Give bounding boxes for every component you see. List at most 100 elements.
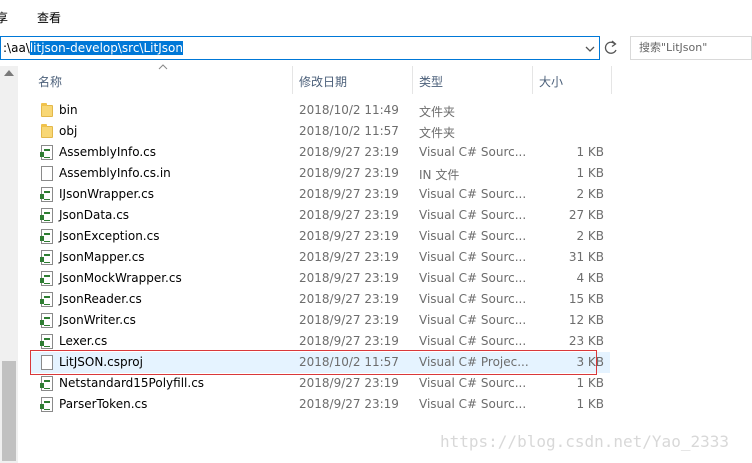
file-name: JsonMapper.cs bbox=[59, 250, 145, 264]
cs-file-icon bbox=[40, 250, 53, 265]
file-size: 12 KB bbox=[568, 313, 604, 327]
column-header-type[interactable]: 类型 bbox=[413, 66, 532, 94]
file-name: AssemblyInfo.cs bbox=[59, 145, 157, 159]
file-row[interactable]: JsonException.cs 2018/9/27 23:19 Visual C#… bbox=[30, 226, 610, 247]
file-type: Visual C# Sourc... bbox=[419, 187, 527, 201]
file-size: 1 KB bbox=[576, 376, 604, 390]
cs-file-icon bbox=[40, 397, 53, 412]
file-type: 文件夹 bbox=[419, 126, 456, 140]
file-size: 2 KB bbox=[576, 187, 604, 201]
file-row[interactable]: JsonReader.cs 2018/9/27 23:19 Visual C# So… bbox=[30, 289, 610, 310]
file-row[interactable]: AssemblyInfo.cs.in 2018/9/27 23:19 IN 文件 1 … bbox=[30, 163, 610, 184]
file-row[interactable]: bin 2018/10/2 11:49 文件夹 bbox=[30, 100, 610, 121]
column-header-date[interactable]: 修改日期 bbox=[293, 66, 412, 94]
file-name: JsonWriter.cs bbox=[59, 313, 136, 327]
tab-view[interactable]: 查看 bbox=[37, 9, 61, 26]
file-size: 1 KB bbox=[576, 397, 604, 411]
file-type: Visual C# Sourc... bbox=[419, 334, 527, 348]
cs-file-icon bbox=[40, 313, 53, 328]
file-size: 27 KB bbox=[568, 208, 604, 222]
address-prefix: :\aa\ bbox=[3, 41, 30, 55]
column-header-size[interactable]: 大小 bbox=[533, 66, 611, 94]
cs-file-icon bbox=[40, 271, 53, 286]
cs-file-icon bbox=[40, 292, 53, 307]
watermark: https://blog.csdn.net/Yao_2333 bbox=[440, 432, 729, 451]
file-row[interactable]: JsonData.cs 2018/9/27 23:19 Visual C# Sour… bbox=[30, 205, 610, 226]
search-box[interactable] bbox=[630, 36, 752, 60]
scroll-up-icon[interactable] bbox=[4, 70, 14, 76]
cs-file-icon bbox=[40, 229, 53, 244]
file-row[interactable]: JsonMapper.cs 2018/9/27 23:19 Visual C# So… bbox=[30, 247, 610, 268]
file-date: 2018/10/2 11:57 bbox=[299, 124, 399, 138]
file-type: Visual C# Sourc... bbox=[419, 250, 527, 264]
file-size: 1 KB bbox=[576, 145, 604, 159]
file-row[interactable]: AssemblyInfo.cs 2018/9/27 23:19 Visual C# … bbox=[30, 142, 610, 163]
file-date: 2018/9/27 23:19 bbox=[299, 166, 399, 180]
file-type: Visual C# Sourc... bbox=[419, 229, 527, 243]
column-header-name-label: 名称 bbox=[38, 75, 63, 89]
column-header-name[interactable]: 名称 bbox=[30, 66, 292, 94]
file-size: 23 KB bbox=[568, 334, 604, 348]
folder-icon bbox=[41, 124, 53, 138]
file-date: 2018/9/27 23:19 bbox=[299, 397, 399, 411]
refresh-icon[interactable] bbox=[602, 38, 620, 58]
column-header-type-label: 类型 bbox=[419, 75, 444, 89]
file-name: bin bbox=[59, 103, 78, 117]
address-selected-path: litjson-develop\src\LitJson bbox=[29, 41, 183, 55]
file-type: Visual C# Sourc... bbox=[419, 271, 527, 285]
file-date: 2018/9/27 23:19 bbox=[299, 229, 399, 243]
search-input[interactable] bbox=[639, 41, 749, 54]
file-date: 2018/9/27 23:19 bbox=[299, 292, 399, 306]
file-size: 15 KB bbox=[568, 292, 604, 306]
chevron-down-icon[interactable] bbox=[583, 42, 597, 56]
file-type: Visual C# Sourc... bbox=[419, 313, 527, 327]
file-type: IN 文件 bbox=[419, 168, 460, 182]
file-size: 2 KB bbox=[576, 229, 604, 243]
file-date: 2018/9/27 23:19 bbox=[299, 376, 399, 390]
navigation-pane bbox=[0, 66, 18, 463]
file-row[interactable]: ParserToken.cs 2018/9/27 23:19 Visual C# S… bbox=[30, 394, 610, 415]
file-row[interactable]: obj 2018/10/2 11:57 文件夹 bbox=[30, 121, 610, 142]
file-name: Netstandard15Polyfill.cs bbox=[59, 376, 205, 390]
file-size: 1 KB bbox=[576, 166, 604, 180]
file-date: 2018/10/2 11:49 bbox=[299, 103, 399, 117]
cs-file-icon bbox=[40, 187, 53, 202]
file-name: AssemblyInfo.cs.in bbox=[59, 166, 171, 180]
cs-file-icon bbox=[40, 145, 53, 160]
file-name: JsonException.cs bbox=[59, 229, 160, 243]
address-bar[interactable]: :\aa\litjson-develop\src\LitJson bbox=[0, 36, 600, 60]
file-name: obj bbox=[59, 124, 78, 138]
address-text[interactable]: :\aa\litjson-develop\src\LitJson bbox=[3, 41, 183, 55]
column-header-size-label: 大小 bbox=[539, 75, 564, 89]
file-icon bbox=[41, 166, 53, 181]
file-row[interactable]: Netstandard15Polyfill.cs 2018/9/27 23:19 V… bbox=[30, 373, 610, 394]
file-date: 2018/9/27 23:19 bbox=[299, 334, 399, 348]
file-date: 2018/9/27 23:19 bbox=[299, 187, 399, 201]
cs-file-icon bbox=[40, 208, 53, 223]
column-divider[interactable] bbox=[611, 66, 612, 94]
folder-icon bbox=[41, 103, 53, 117]
file-name: IJsonWrapper.cs bbox=[59, 187, 155, 201]
scrollbar-thumb[interactable] bbox=[2, 361, 16, 461]
file-date: 2018/9/27 23:19 bbox=[299, 145, 399, 159]
file-row[interactable]: IJsonWrapper.cs 2018/9/27 23:19 Visual C# … bbox=[30, 184, 610, 205]
file-type: 文件夹 bbox=[419, 105, 456, 119]
file-name: JsonMockWrapper.cs bbox=[59, 271, 182, 285]
file-size: 31 KB bbox=[568, 250, 604, 264]
cs-file-icon bbox=[40, 376, 53, 391]
file-row[interactable]: JsonMockWrapper.cs 2018/9/27 23:19 Visual … bbox=[30, 268, 610, 289]
file-type: Visual C# Sourc... bbox=[419, 397, 527, 411]
file-row[interactable]: Lexer.cs 2018/9/27 23:19 Visual C# Sourc..… bbox=[30, 331, 610, 352]
file-name: JsonData.cs bbox=[59, 208, 130, 222]
file-type: Visual C# Sourc... bbox=[419, 145, 527, 159]
file-name: JsonReader.cs bbox=[59, 292, 142, 306]
ribbon: 享 查看 bbox=[0, 0, 752, 33]
file-row[interactable]: JsonWriter.cs 2018/9/27 23:19 Visual C# So… bbox=[30, 310, 610, 331]
address-row: :\aa\litjson-develop\src\LitJson bbox=[0, 35, 752, 63]
red-annotation-box bbox=[30, 350, 597, 375]
file-type: Visual C# Sourc... bbox=[419, 292, 527, 306]
file-date: 2018/9/27 23:19 bbox=[299, 208, 399, 222]
tab-share[interactable]: 享 bbox=[0, 9, 8, 26]
file-size: 4 KB bbox=[576, 271, 604, 285]
file-name: ParserToken.cs bbox=[59, 397, 148, 411]
